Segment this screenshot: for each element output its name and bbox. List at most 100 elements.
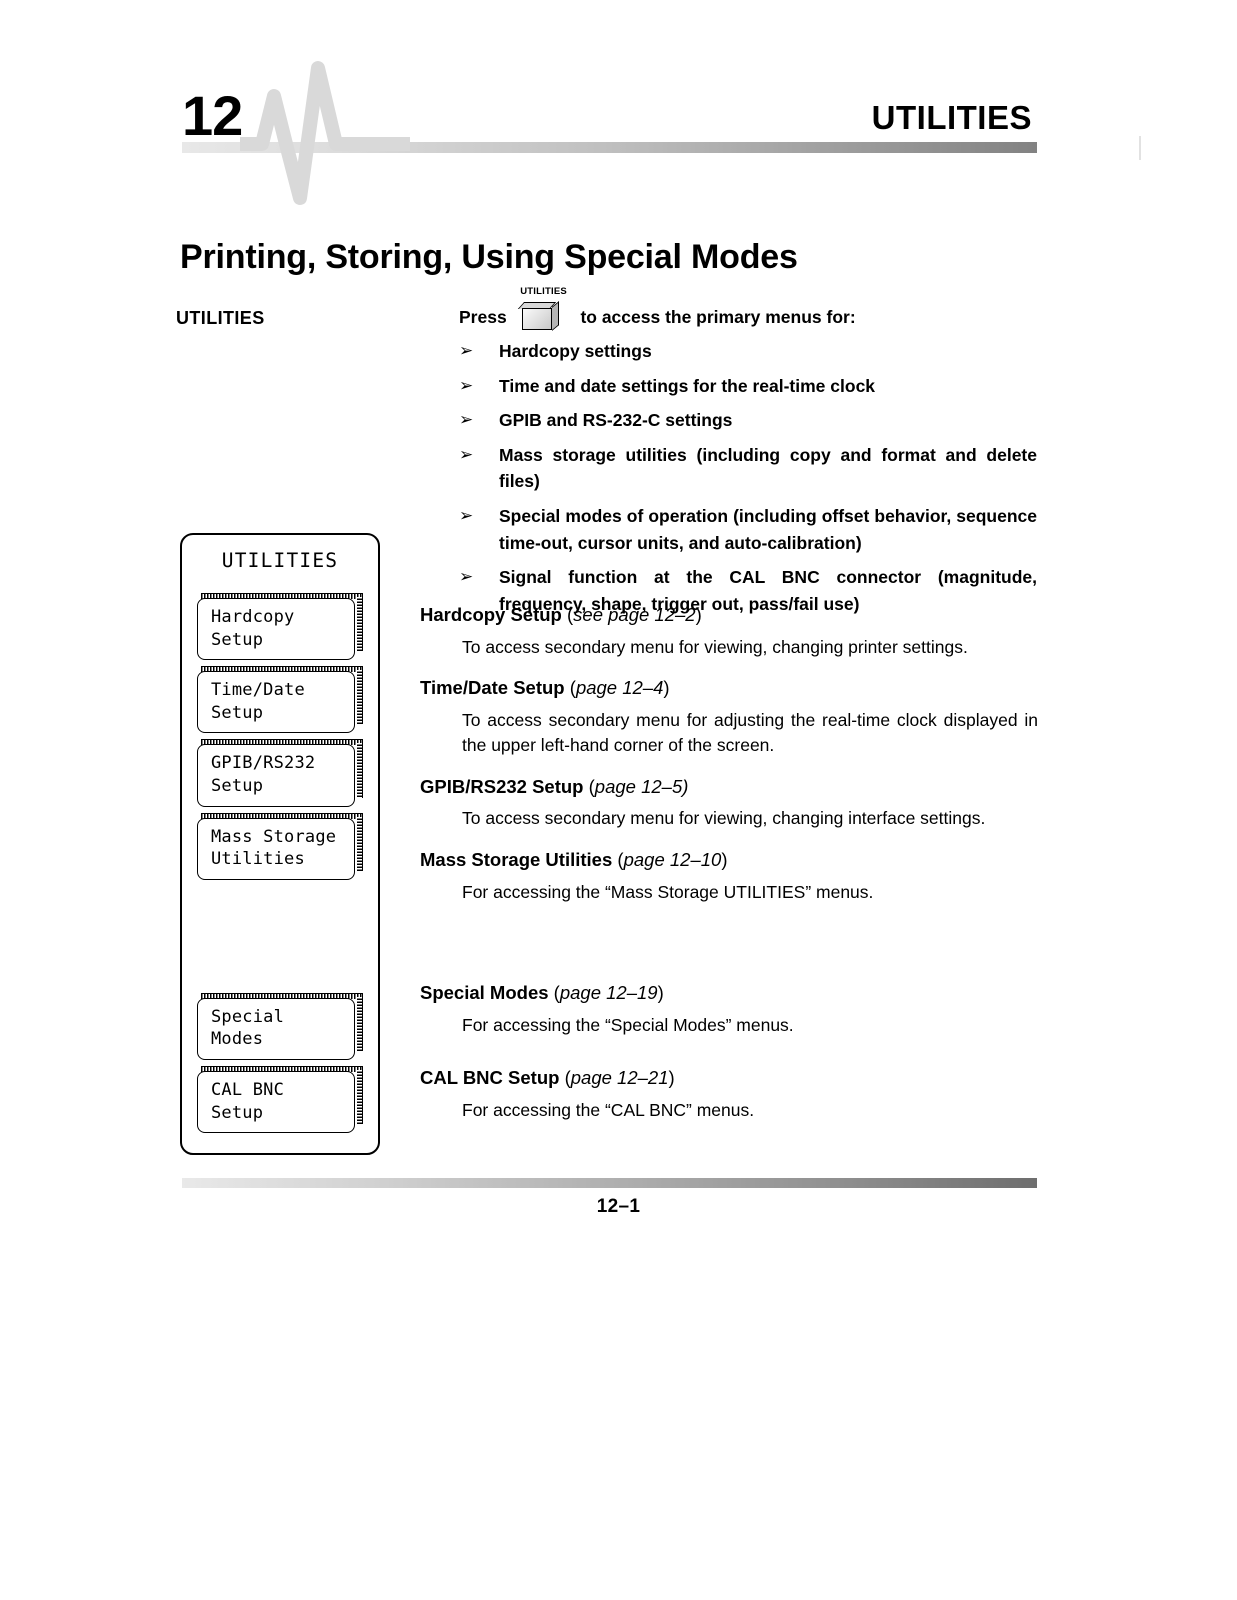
list-item: ➢ GPIB and RS-232-C settings	[459, 407, 1037, 434]
menu-button-gap	[197, 886, 369, 993]
menu-button-time-date-setup[interactable]: Time/Date Setup	[197, 666, 363, 734]
button-face: Time/Date Setup	[197, 671, 355, 734]
menu-button-line1: Hardcopy	[211, 607, 295, 627]
button-stack-right	[357, 816, 363, 871]
menu-button-cal-bnc-setup[interactable]: CAL BNC Setup	[197, 1066, 363, 1134]
page-title: Printing, Storing, Using Special Modes	[180, 237, 798, 276]
list-item-label: Time and date settings for the real-time…	[499, 375, 876, 396]
press-word: Press	[459, 307, 507, 327]
key-side-face	[551, 301, 559, 331]
entry-name: Hardcopy Setup	[420, 604, 562, 625]
entry-ref-page: page 12–5)	[594, 775, 689, 797]
menu-button-line2: Utilities	[211, 849, 305, 870]
entry-name: CAL BNC Setup	[420, 1067, 560, 1089]
entry-mass-storage-utilities: Mass Storage Utilities (page 12–10) For …	[420, 848, 1038, 905]
menu-button-line2: Setup	[211, 629, 264, 650]
entry-heading: Time/Date Setup (page 12–4)	[420, 676, 1038, 701]
key-front-face	[521, 308, 552, 330]
entry-name: Special Modes	[420, 982, 549, 1003]
entry-cal-bnc-setup: CAL BNC Setup (page 12–21) For accessing…	[420, 1066, 1038, 1123]
menu-button-mass-storage-utilities[interactable]: Mass Storage Utilities	[197, 812, 363, 880]
entry-special-modes: Special Modes (page 12–19) For accessing…	[420, 981, 1038, 1038]
entry-heading: Mass Storage Utilities (page 12–10)	[420, 848, 1038, 873]
menu-button-line1: Mass Storage	[211, 826, 337, 847]
button-face: Hardcopy Setup	[197, 598, 355, 661]
menu-button-gpib-rs232-setup[interactable]: GPIB/RS232 Setup	[197, 739, 363, 807]
arrow-bullet-icon: ➢	[459, 375, 474, 396]
menu-panel-title: UTILITIES	[221, 549, 339, 572]
button-face: Special Modes	[197, 997, 355, 1061]
utilities-key-caption: UTILITIES	[520, 286, 567, 297]
page-number: 12–1	[596, 1196, 641, 1217]
entry-hardcopy-setup: Hardcopy Setup (see page 12–2) To access…	[420, 603, 1038, 660]
entry-body-text: To access secondary menu for viewing, ch…	[462, 808, 986, 829]
list-item: ➢ Time and date settings for the real-ti…	[459, 373, 1037, 400]
entry-ref-page: page 12–19	[559, 982, 658, 1003]
menu-entry-descriptions: Hardcopy Setup (see page 12–2) To access…	[420, 603, 1038, 921]
crop-mark	[1139, 136, 1141, 160]
entry-body-text: To access secondary menu for adjusting t…	[462, 710, 1038, 756]
entry-heading: Hardcopy Setup (see page 12–2)	[420, 603, 1038, 628]
entry-body-text: For accessing the “Mass Storage UTILITIE…	[462, 881, 874, 902]
page-header: 12 UTILITIES	[0, 0, 1237, 205]
entry-ref-close: )	[668, 1067, 675, 1089]
list-item-label: Special modes of operation (including of…	[499, 505, 1037, 553]
menu-button-line2: Setup	[211, 1102, 264, 1123]
entry-ref-page: see page 12–2	[573, 604, 696, 625]
menu-button-line1: CAL BNC	[211, 1080, 285, 1101]
press-trailing-text: to access the primary menus for:	[580, 307, 856, 327]
list-item-label: GPIB and RS-232-C settings	[499, 410, 733, 431]
entry-heading: GPIB/RS232 Setup (page 12–5)	[420, 775, 1038, 800]
button-stack-right	[357, 597, 363, 652]
arrow-bullet-icon: ➢	[459, 567, 474, 588]
button-stack-right	[357, 996, 363, 1052]
entry-name: Mass Storage Utilities	[420, 848, 613, 870]
list-item: ➢ Special modes of operation (including …	[459, 503, 1037, 556]
entry-ref-close: )	[721, 848, 728, 870]
menu-button-special-modes[interactable]: Special Modes	[197, 992, 363, 1061]
entry-body-text: For accessing the “Special Modes” menus.	[462, 1014, 794, 1035]
footer-rule	[182, 1178, 1037, 1188]
utilities-key-icon[interactable]: UTILITIES	[517, 286, 570, 331]
menu-button-line1: GPIB/RS232	[211, 753, 316, 774]
button-stack-right	[357, 743, 363, 798]
menu-button-line2: Setup	[211, 776, 264, 797]
entry-name: Time/Date Setup	[420, 677, 565, 699]
margin-section-label: UTILITIES	[176, 308, 265, 328]
button-stack-right	[357, 670, 363, 725]
entry-ref-page: page 12–4	[575, 677, 664, 699]
entry-ref-close: )	[695, 604, 702, 625]
entry-ref-close: )	[663, 677, 670, 699]
list-item: ➢ Hardcopy settings	[459, 338, 1037, 365]
button-face: CAL BNC Setup	[197, 1071, 355, 1134]
arrow-bullet-icon: ➢	[459, 341, 474, 361]
menu-button-group: Hardcopy Setup Time/Date Setup GPIB/RS23…	[197, 593, 369, 1139]
entry-name: GPIB/RS232 Setup	[420, 775, 584, 797]
button-stack-right	[357, 1070, 363, 1125]
menu-button-line2: Setup	[211, 702, 264, 723]
entry-body-text: To access secondary menu for viewing, ch…	[462, 636, 968, 657]
entry-ref-page: page 12–10	[623, 848, 722, 870]
entry-time-date-setup: Time/Date Setup (page 12–4) To access se…	[420, 676, 1038, 758]
menu-button-line1: Time/Date	[211, 680, 305, 701]
chapter-title: UTILITIES	[871, 99, 1032, 136]
utilities-feature-list: ➢ Hardcopy settings ➢ Time and date sett…	[459, 338, 1037, 625]
arrow-bullet-icon: ➢	[459, 505, 474, 526]
entry-heading: CAL BNC Setup (page 12–21)	[420, 1066, 1038, 1091]
entry-heading: Special Modes (page 12–19)	[420, 981, 1038, 1006]
arrow-bullet-icon: ➢	[459, 444, 474, 465]
menu-button-line2: Modes	[211, 1029, 264, 1050]
entry-ref-close: )	[657, 982, 664, 1003]
menu-button-hardcopy-setup[interactable]: Hardcopy Setup	[197, 593, 363, 661]
entry-body-text: For accessing the “CAL BNC” menus.	[462, 1100, 755, 1121]
ecg-waveform-icon	[240, 61, 410, 205]
menu-entry-descriptions-lower: Special Modes (page 12–19) For accessing…	[420, 981, 1038, 1139]
button-face: Mass Storage Utilities	[197, 817, 355, 880]
list-item-label: Mass storage utilities (including copy a…	[499, 444, 1037, 492]
button-face: GPIB/RS232 Setup	[197, 744, 355, 807]
press-instruction: Press UTILITIES to access the primary me…	[459, 286, 1039, 331]
chapter-number: 12	[182, 84, 243, 147]
menu-button-line1: Special	[211, 1006, 285, 1027]
document-page: 12 UTILITIES Printing, Storing, Using Sp…	[0, 0, 1237, 1600]
arrow-bullet-icon: ➢	[459, 410, 474, 431]
